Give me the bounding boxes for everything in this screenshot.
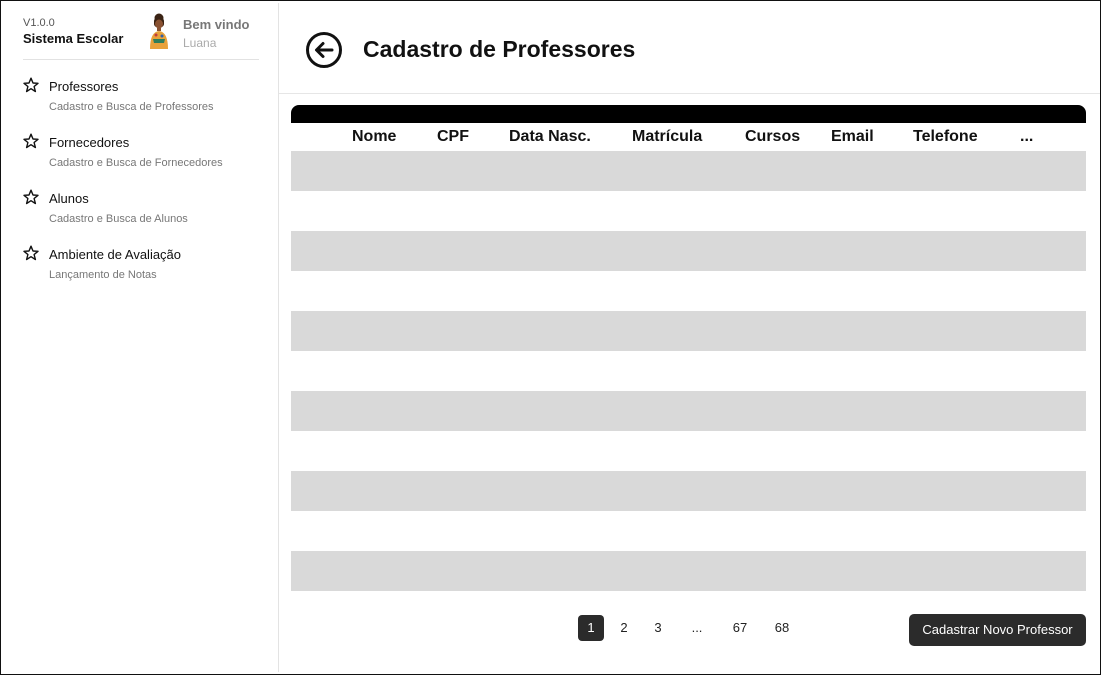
sidebar-item-label: Fornecedores xyxy=(49,135,130,150)
sidebar-item-sublabel: Cadastro e Busca de Fornecedores xyxy=(49,157,223,169)
table-row[interactable] xyxy=(291,311,1086,351)
column-header-matricula[interactable]: Matrícula xyxy=(632,128,702,146)
sidebar-item-label: Alunos xyxy=(49,191,89,206)
table-row[interactable] xyxy=(291,551,1086,591)
create-professor-button[interactable]: Cadastrar Novo Professor xyxy=(909,614,1086,646)
column-header-email[interactable]: Email xyxy=(831,128,874,146)
column-header-nome[interactable]: Nome xyxy=(352,128,396,146)
page-button-68[interactable]: 68 xyxy=(769,615,795,641)
page-button-2[interactable]: 2 xyxy=(611,615,637,641)
sidebar-divider xyxy=(23,59,259,60)
welcome-greeting: Bem vindo xyxy=(183,17,250,32)
sidebar-item-sublabel: Cadastro e Busca de Professores xyxy=(49,101,214,113)
sidebar-item-professores[interactable]: Professores Cadastro e Busca de Professo… xyxy=(23,77,273,133)
professors-table: Nome CPF Data Nasc. Matrícula Cursos Ema… xyxy=(291,105,1086,631)
app-window: V1.0.0 Sistema Escolar Bem vindo Luana P… xyxy=(0,0,1101,675)
star-icon xyxy=(23,77,39,93)
star-icon xyxy=(23,189,39,205)
avatar[interactable] xyxy=(145,13,173,49)
sidebar-item-sublabel: Lançamento de Notas xyxy=(49,269,157,281)
star-icon xyxy=(23,245,39,261)
welcome-block: Bem vindo Luana xyxy=(183,17,249,50)
page-button-1[interactable]: 1 xyxy=(578,615,604,641)
arrow-left-circle-icon[interactable] xyxy=(305,31,343,69)
welcome-username: Luana xyxy=(183,36,217,50)
column-header-telefone[interactable]: Telefone xyxy=(913,128,978,146)
column-header-data-nasc[interactable]: Data Nasc. xyxy=(509,128,591,146)
page-title: Cadastro de Professores xyxy=(363,36,636,62)
main-content: Cadastro de Professores Nome CPF Data Na… xyxy=(279,3,1100,672)
page-header: Cadastro de Professores xyxy=(279,3,1100,94)
sidebar-item-alunos[interactable]: Alunos Cadastro e Busca de Alunos xyxy=(23,189,273,245)
sidebar-item-label: Ambiente de Avaliação xyxy=(49,247,182,262)
page-button-3[interactable]: 3 xyxy=(645,615,671,641)
table-header: Nome CPF Data Nasc. Matrícula Cursos Ema… xyxy=(291,123,1086,151)
app-name: Sistema Escolar xyxy=(23,31,124,46)
sidebar-item-fornecedores[interactable]: Fornecedores Cadastro e Busca de Fornece… xyxy=(23,133,273,189)
column-header-cursos[interactable]: Cursos xyxy=(745,128,800,146)
table-header-bar xyxy=(291,105,1086,123)
sidebar-item-label: Professores xyxy=(49,79,119,94)
brand: V1.0.0 Sistema Escolar xyxy=(23,17,123,46)
sidebar-item-ambiente-avaliacao[interactable]: Ambiente de Avaliação Lançamento de Nota… xyxy=(23,245,273,301)
table-body xyxy=(291,151,1086,591)
table-row[interactable] xyxy=(291,471,1086,511)
sidebar: V1.0.0 Sistema Escolar Bem vindo Luana P… xyxy=(3,3,279,672)
star-icon xyxy=(23,133,39,149)
page-ellipsis: ... xyxy=(691,620,703,635)
column-header-more[interactable]: ... xyxy=(1020,128,1033,146)
table-row[interactable] xyxy=(291,151,1086,191)
table-row[interactable] xyxy=(291,391,1086,431)
table-row[interactable] xyxy=(291,231,1086,271)
app-version: V1.0.0 xyxy=(23,17,55,29)
column-header-cpf[interactable]: CPF xyxy=(437,128,469,146)
sidebar-nav: Professores Cadastro e Busca de Professo… xyxy=(23,77,273,301)
sidebar-item-sublabel: Cadastro e Busca de Alunos xyxy=(49,213,188,225)
page-button-67[interactable]: 67 xyxy=(727,615,753,641)
